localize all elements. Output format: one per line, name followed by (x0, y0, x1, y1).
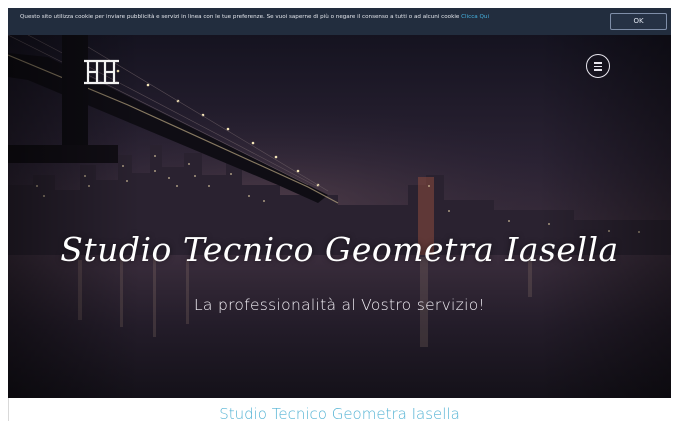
cookie-consent-bar: Questo sito utilizza cookie per inviare … (8, 8, 671, 35)
hamburger-menu-icon[interactable] (586, 54, 610, 78)
hero-banner: Studio Tecnico Geometra Iasella La profe… (8, 35, 671, 398)
cookie-info-link[interactable]: Clicca Qui (461, 14, 489, 20)
cookie-consent-text: Questo sito utilizza cookie per inviare … (20, 14, 605, 21)
page: Questo sito utilizza cookie per inviare … (0, 0, 675, 421)
section-title: Studio Tecnico Geometra Iasella (219, 405, 460, 421)
hero-title: Studio Tecnico Geometra Iasella (60, 230, 619, 269)
hero-background-image (8, 35, 671, 398)
cookie-ok-button[interactable]: OK (610, 13, 667, 30)
intro-section: Studio Tecnico Geometra Iasella (8, 398, 671, 421)
cookie-consent-message: Questo sito utilizza cookie per inviare … (20, 14, 460, 20)
hero-subtitle: La professionalità al Vostro servizio! (194, 296, 485, 314)
monogram-logo-icon[interactable] (83, 55, 123, 89)
